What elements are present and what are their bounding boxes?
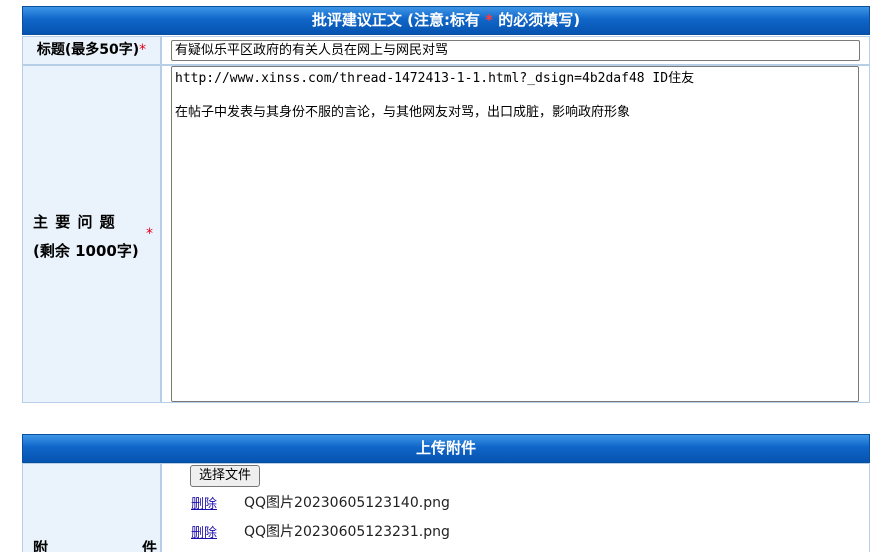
attachment-2-filename: QQ图片20230605123231.png bbox=[244, 524, 450, 540]
delete-attachment-1-link[interactable]: 删除 bbox=[191, 493, 217, 512]
title-required-mark: * bbox=[139, 42, 147, 58]
choose-file-button[interactable]: 选择文件 bbox=[190, 465, 260, 487]
title-label-cell: 标题(最多50字)* bbox=[22, 36, 161, 65]
required-star: * bbox=[485, 11, 494, 29]
form-section-header-text: 批评建议正文 (注意:标有 bbox=[311, 11, 486, 29]
delete-attachment-2-link[interactable]: 删除 bbox=[191, 522, 217, 541]
main-issue-line-desc: 在帖子中发表与其身份不服的言论，与其他网友对骂，出口成脏，影响政府形象 bbox=[175, 105, 631, 120]
title-input[interactable]: 有疑似乐平区政府的有关人员在网上与网民对骂 bbox=[171, 40, 860, 61]
attachment-label-cell: 附 件 bbox=[22, 463, 161, 552]
form-section-header: 批评建议正文 (注意:标有 * 的必须填写) bbox=[22, 6, 870, 35]
main-issue-label: 主 要 问 题 bbox=[33, 213, 116, 231]
attachment-label-char2: 件 bbox=[142, 539, 158, 552]
main-issue-label-cell: 主 要 问 题 (剩余 1000字) * bbox=[22, 65, 161, 403]
upload-section-header-text: 上传附件 bbox=[415, 439, 476, 457]
main-issue-line-url: http://www.xinss.com/thread-1472413-1-1.… bbox=[175, 71, 695, 86]
form-section-header-suffix: 的必须填写) bbox=[493, 11, 581, 29]
main-issue-remaining: (剩余 1000字) bbox=[33, 242, 139, 260]
attachment-label-char1: 附 bbox=[33, 539, 49, 552]
main-issue-required-mark: * bbox=[146, 226, 153, 242]
title-label: 标题(最多50字) bbox=[36, 42, 140, 58]
main-issue-textarea[interactable]: http://www.xinss.com/thread-1472413-1-1.… bbox=[171, 66, 859, 402]
upload-section-header: 上传附件 bbox=[22, 434, 870, 463]
attachment-1-filename: QQ图片20230605123140.png bbox=[244, 495, 450, 511]
